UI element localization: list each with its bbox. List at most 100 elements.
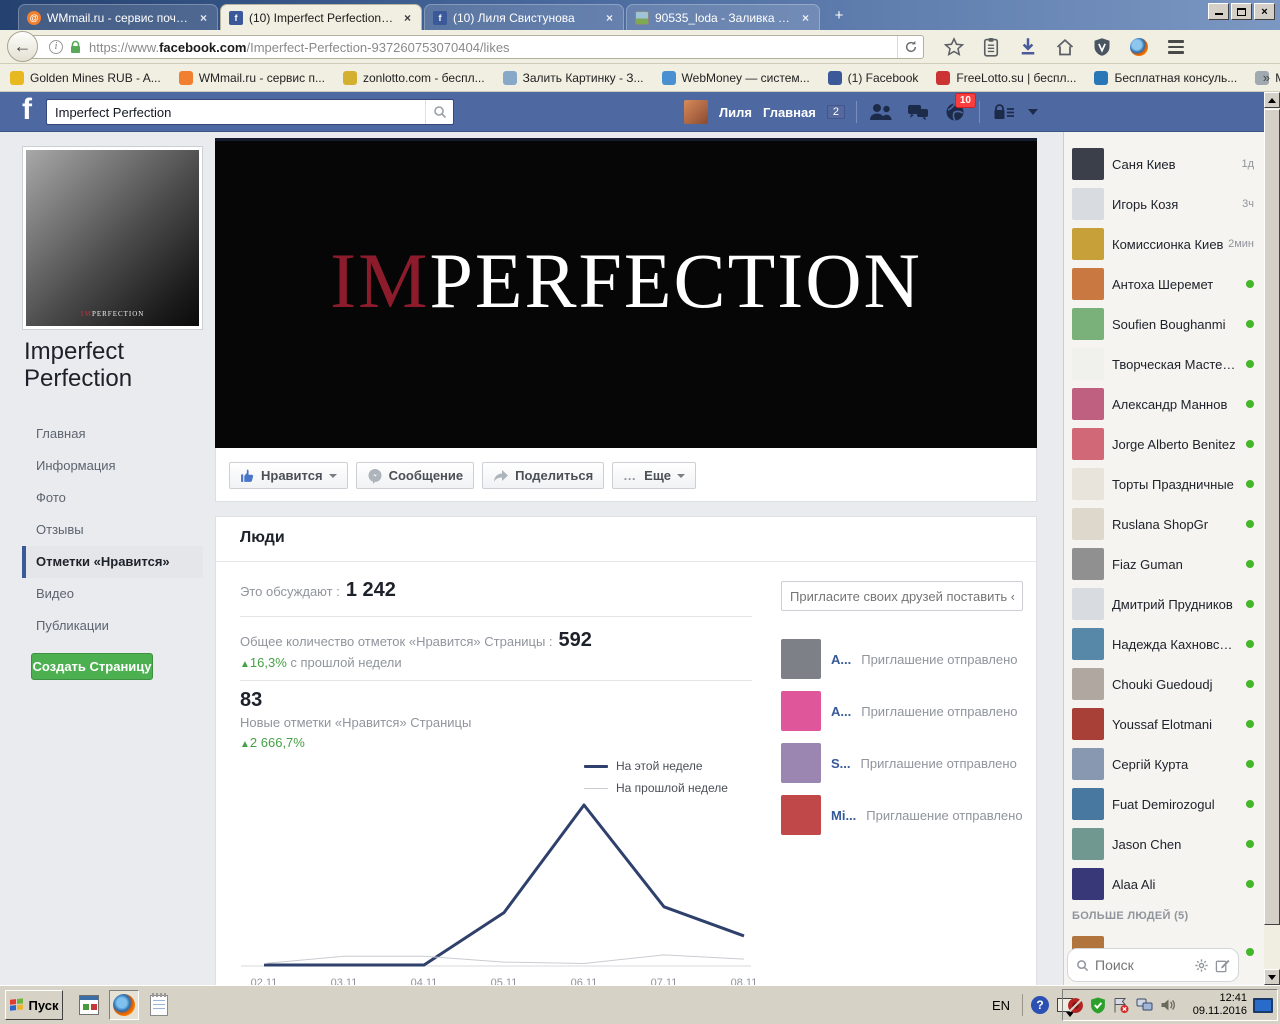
chat-contact[interactable]: Fiaz Guman (1064, 544, 1264, 584)
chat-contact[interactable]: Дмитрий Прудников (1064, 584, 1264, 624)
page-nav-item[interactable]: Публикации (22, 610, 203, 642)
search-input[interactable] (47, 104, 425, 120)
quick-launch-app-icon[interactable] (74, 990, 104, 1020)
share-button[interactable]: Поделиться (482, 462, 605, 489)
back-button[interactable]: ← (7, 31, 38, 62)
tab-lilya[interactable]: f (10) Лиля Свистунова × (424, 4, 624, 30)
chat-contact[interactable]: Торты Праздничные (1064, 464, 1264, 504)
bookmark-star-icon[interactable] (942, 35, 966, 59)
menu-icon[interactable] (1164, 35, 1188, 59)
chat-contact[interactable]: Александр Маннов (1064, 384, 1264, 424)
notepad-taskbar-icon[interactable] (144, 990, 174, 1020)
like-button[interactable]: Нравится (229, 462, 348, 489)
invite-friends-input[interactable] (781, 581, 1023, 611)
search-icon[interactable] (425, 100, 453, 124)
avatar[interactable] (781, 639, 821, 679)
tab-close-icon[interactable]: × (800, 11, 811, 25)
avatar[interactable] (781, 795, 821, 835)
new-message-icon[interactable] (1215, 958, 1230, 973)
facebook-search[interactable] (46, 99, 454, 125)
home-icon[interactable] (1053, 35, 1077, 59)
privacy-shortcuts-icon[interactable] (991, 99, 1017, 125)
chat-contact[interactable]: Jorge Alberto Benitez (1064, 424, 1264, 464)
chat-contact[interactable]: Jason Chen (1064, 824, 1264, 864)
messages-icon[interactable] (905, 99, 931, 125)
page-nav-item[interactable]: Отзывы (22, 514, 203, 546)
chat-contact[interactable]: Творческая Мастерс... (1064, 344, 1264, 384)
create-page-button[interactable]: Создать Страницу (31, 653, 153, 680)
page-nav-item[interactable]: Отметки «Нравится» (22, 546, 203, 578)
bookmark-item[interactable]: FreeLotto.su | беспл... (936, 70, 1076, 85)
addon-sphere-icon[interactable] (1127, 35, 1151, 59)
friend-requests-icon[interactable] (868, 99, 894, 125)
clock[interactable]: 12:41 09.11.2016 (1185, 992, 1247, 1018)
scroll-down-arrow[interactable] (1264, 969, 1280, 985)
chat-settings-gear-icon[interactable] (1194, 958, 1209, 973)
chat-contact[interactable]: Комиссионка Киев 2мин (1064, 224, 1264, 264)
cover-photo[interactable]: IMPERFECTION (215, 138, 1037, 448)
downloads-icon[interactable] (1016, 35, 1040, 59)
firefox-taskbar-icon[interactable] (109, 990, 139, 1020)
chat-contact[interactable]: Alaa Ali (1064, 864, 1264, 904)
bookmarks-overflow-chevron[interactable]: » (1263, 70, 1270, 85)
tab-imperfect-perfection[interactable]: f (10) Imperfect Perfection - О... × (220, 4, 422, 30)
tray-network-icon[interactable] (1136, 997, 1154, 1013)
avatar[interactable] (781, 691, 821, 731)
page-profile-photo[interactable]: IMPERFECTION (22, 146, 203, 330)
bookmark-item[interactable]: Golden Mines RUB - A... (10, 70, 161, 85)
message-button[interactable]: Сообщение (355, 462, 475, 489)
chat-search-bar[interactable] (1067, 948, 1239, 982)
tray-display-icon[interactable] (1253, 997, 1273, 1013)
more-button[interactable]: … Еще (612, 462, 697, 489)
tray-red-circle-icon[interactable] (1067, 997, 1084, 1014)
facebook-logo[interactable]: f (22, 93, 32, 127)
chat-contact[interactable]: Сергій Курта (1064, 744, 1264, 784)
scrollbar-thumb[interactable] (1264, 109, 1280, 925)
invited-friend-name[interactable]: A... (831, 652, 851, 667)
notifications-icon[interactable]: 10 (942, 93, 976, 125)
shield-addon-icon[interactable] (1090, 35, 1114, 59)
user-avatar[interactable] (684, 100, 708, 124)
library-icon[interactable] (979, 35, 1003, 59)
chat-search-input[interactable] (1095, 957, 1188, 973)
tab-close-icon[interactable]: × (402, 11, 413, 25)
tray-security-alert-flag-icon[interactable] (1112, 997, 1130, 1014)
bookmark-item[interactable]: (1) Facebook (827, 70, 918, 85)
invited-friend-name[interactable]: S... (831, 756, 851, 771)
user-name-link[interactable]: Лиля (719, 105, 752, 120)
tab-close-icon[interactable]: × (604, 11, 615, 25)
invited-friend-name[interactable]: A... (831, 704, 851, 719)
page-nav-item[interactable]: Главная (22, 418, 203, 450)
page-nav-item[interactable]: Видео (22, 578, 203, 610)
chat-contact[interactable]: Надежда Кахновская (1064, 624, 1264, 664)
bookmark-item[interactable]: Залить Картинку - З... (502, 70, 644, 85)
home-link[interactable]: Главная (763, 105, 816, 120)
chat-contact[interactable]: Игорь Козя 3ч (1064, 184, 1264, 224)
tab-close-icon[interactable]: × (198, 11, 209, 25)
close-button[interactable]: × (1254, 3, 1275, 20)
chat-contact[interactable]: Soufien Boughanmi (1064, 304, 1264, 344)
address-bar[interactable]: i https://www.facebook.com/Imperfect-Per… (30, 35, 924, 59)
minimize-button[interactable] (1208, 3, 1229, 20)
reload-button[interactable] (897, 36, 923, 58)
language-indicator[interactable]: EN (988, 998, 1014, 1013)
help-tray-icon[interactable]: ? (1031, 996, 1050, 1014)
chat-contact[interactable]: Ruslana ShopGr (1064, 504, 1264, 544)
chat-contact[interactable]: Chouki Guedoudj (1064, 664, 1264, 704)
avatar[interactable] (781, 743, 821, 783)
page-nav-item[interactable]: Фото (22, 482, 203, 514)
tab-wmmail[interactable]: @ WMmail.ru - сервис почтовы... × (18, 4, 218, 30)
chat-contact[interactable]: Саня Киев 1д (1064, 144, 1264, 184)
bookmark-item[interactable]: zonlotto.com - беспл... (342, 70, 485, 85)
page-scrollbar[interactable] (1264, 92, 1280, 985)
page-nav-item[interactable]: Информация (22, 450, 203, 482)
tray-shield-icon[interactable] (1090, 997, 1106, 1014)
bookmark-item[interactable]: Бесплатная консуль... (1094, 70, 1237, 85)
scroll-up-arrow[interactable] (1264, 92, 1280, 108)
bookmark-item[interactable]: WebMoney — систем... (661, 70, 810, 85)
chat-contact[interactable]: Youssaf Elotmani (1064, 704, 1264, 744)
chat-contact[interactable]: Fuat Demirozogul (1064, 784, 1264, 824)
restore-button[interactable] (1231, 3, 1252, 20)
site-info-icon[interactable]: i (49, 40, 63, 54)
start-button[interactable]: Пуск (5, 990, 63, 1020)
